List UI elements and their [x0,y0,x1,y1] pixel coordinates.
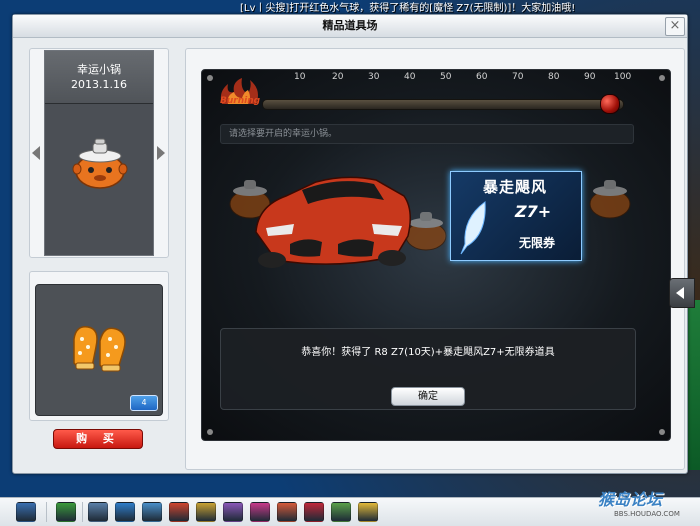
r8-car-icon [255,176,411,268]
progress-tick-label: 30 [368,72,380,82]
save-icon[interactable] [88,502,108,522]
book-icon[interactable] [277,502,297,522]
progress-tick-label: 60 [476,72,488,82]
shop-window: 精品道具场 × 幸运小锅 2013.1.16 4 购 买 10 20 30 40… [12,14,688,474]
item-count-badge: 4 [130,395,158,411]
progress-tick-label: 90 [584,72,596,82]
prev-item-arrow-icon[interactable] [32,146,40,160]
close-button[interactable]: × [665,17,685,36]
result-dialog: 恭喜你！获得了 R8 Z7(10天)+暴走飓风Z7+无限券道具 确定 [220,328,636,410]
taskbar-separator [82,502,83,522]
item-slot[interactable]: 4 [35,284,163,416]
watermark-url: BBS.HOUDAO.COM [614,510,680,518]
burning-progress-bar [262,99,624,110]
mail-icon[interactable] [250,502,270,522]
progress-tick-label: 100 [614,72,632,82]
item-date: 2013.1.16 [71,78,127,91]
home-icon[interactable] [115,502,135,522]
window-title: 精品道具场 [13,15,687,38]
start-icon[interactable] [16,502,36,522]
main-panel: 10 20 30 40 50 60 70 80 90 100 Burning 请… [185,48,685,470]
item-card-header: 幸运小锅 2013.1.16 [45,51,153,104]
side-collapse-button[interactable] [669,278,695,308]
result-message: 恭喜你！获得了 R8 Z7(10天)+暴走飓风Z7+无限券道具 [301,347,555,358]
settings-icon[interactable] [358,502,378,522]
item-selector-panel: 幸运小锅 2013.1.16 [29,48,169,258]
coupon-subtitle: 无限券 [519,236,556,250]
progress-tick-label: 10 [294,72,306,82]
friends-icon[interactable] [223,502,243,522]
car-icon[interactable] [169,502,189,522]
progress-knob[interactable] [600,94,620,114]
coupon-card: 暴走飓风 Z7+ 无限券 [450,171,582,261]
progress-tick-label: 40 [404,72,416,82]
selection-prompt: 请选择要开启的幸运小锅。 [220,124,634,144]
next-item-arrow-icon[interactable] [157,146,165,160]
feather-icon [460,201,486,255]
progress-tick-label: 50 [440,72,452,82]
gift-icon[interactable] [196,502,216,522]
lottery-stage: 10 20 30 40 50 60 70 80 90 100 Burning 请… [201,69,671,441]
back-icon[interactable] [56,502,76,522]
coupon-title: 暴走飓风 [483,178,548,196]
screw-icon [207,429,213,435]
progress-tick-label: 20 [332,72,344,82]
item-name: 幸运小锅 [77,63,121,76]
lucky-pot-icon[interactable] [586,174,634,220]
progress-tick-label: 70 [512,72,524,82]
coupon-model: Z7+ [515,202,552,221]
item-slot-panel: 4 [29,271,169,421]
ok-button[interactable]: 确定 [391,387,465,406]
screw-icon [659,75,665,81]
buy-button[interactable]: 购 买 [53,429,143,449]
lucky-pot-icon[interactable] [71,135,129,191]
progress-tick-label: 80 [548,72,560,82]
screw-icon [659,429,665,435]
tools-icon[interactable] [142,502,162,522]
dice-icon[interactable] [304,502,324,522]
item-card: 幸运小锅 2013.1.16 [44,50,154,256]
burning-label: Burning [220,96,261,106]
screw-icon [207,75,213,81]
watermark-logo: 猴岛论坛 [598,490,663,509]
notes-icon[interactable] [331,502,351,522]
gloves-icon [73,326,126,372]
taskbar [0,497,700,526]
taskbar-separator [46,502,47,522]
